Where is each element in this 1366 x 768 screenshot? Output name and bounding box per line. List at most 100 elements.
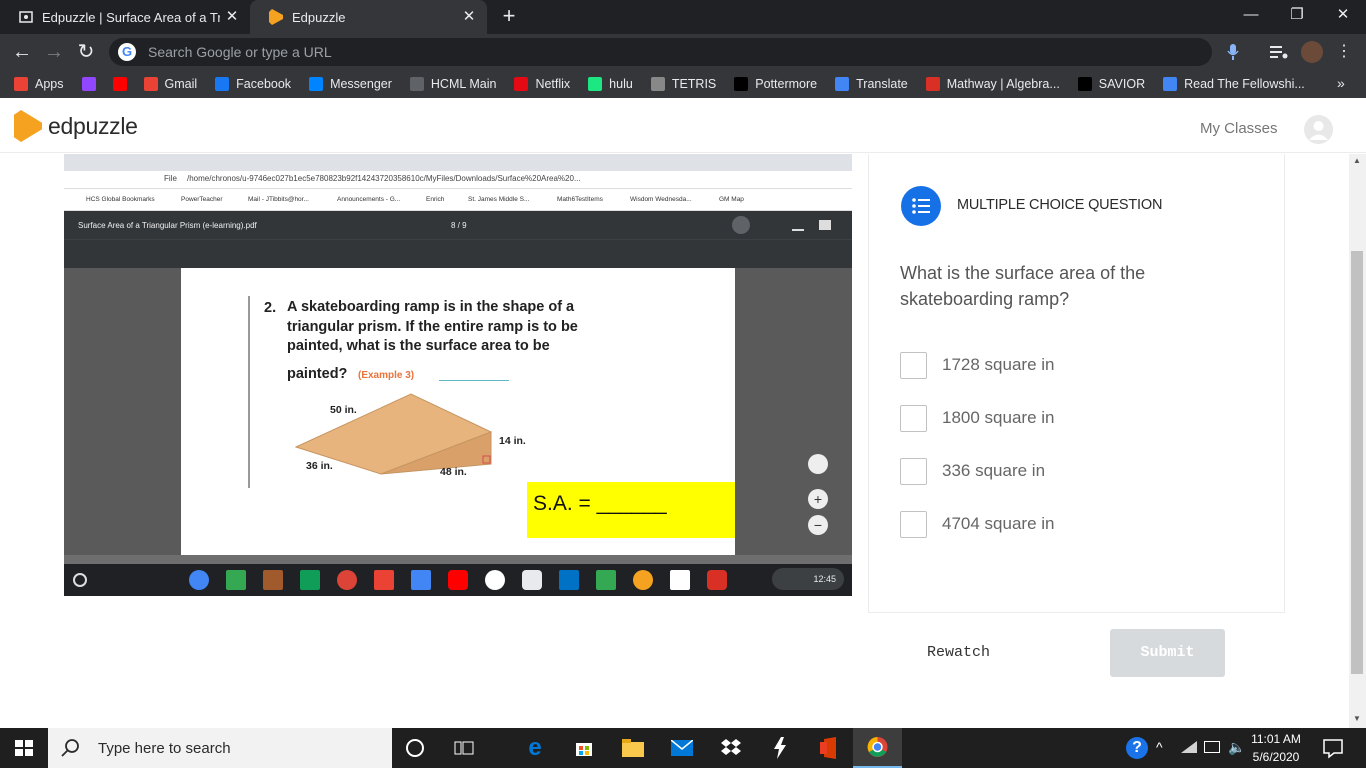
bookmark-item[interactable]: Messenger [309,77,392,91]
file-explorer-icon[interactable] [618,734,648,762]
hangouts-app-icon [596,570,616,590]
answer-label[interactable]: 4704 square in [942,514,1054,534]
bookmarks-overflow-icon[interactable]: » [1337,75,1345,91]
twitch-icon [81,77,96,91]
surface-area-label: S.A. = ______ [533,492,667,515]
bookmark-item[interactable]: Gmail [143,77,197,91]
media-controls-icon[interactable] [1270,44,1288,60]
help-icon[interactable]: ? [1126,737,1148,759]
bookmark-item[interactable]: Mathway | Algebra... [925,77,1060,91]
bookmark-item[interactable]: hulu [588,77,633,91]
bookmark-item[interactable]: HCML Main [409,77,497,91]
bookmark-item[interactable]: Pottermore [734,77,817,91]
scrollbar-thumb[interactable] [1351,251,1363,674]
app-bolt-icon[interactable] [765,734,795,762]
rewatch-button[interactable]: Rewatch [913,637,1004,669]
scroll-down-icon[interactable]: ▼ [1353,714,1361,723]
bookmark-label: Apps [35,77,64,91]
submit-button[interactable]: Submit [1110,629,1225,677]
scroll-up-icon[interactable]: ▲ [1353,156,1361,165]
answer-option[interactable]: 4704 square in [900,510,1054,538]
bookmark-item[interactable]: Apps [14,77,64,91]
answer-checkbox[interactable] [900,510,927,538]
bookmarks-bar: Apps Gmail Facebook Messenger HCML Main Netfl… [0,70,1366,98]
task-view-icon[interactable] [449,734,479,762]
dropbox-icon[interactable] [716,734,746,762]
close-tab-icon[interactable]: ✕ [461,9,477,25]
youtube-icon [112,77,127,91]
mail-icon[interactable] [667,734,697,762]
bookmark-item[interactable]: Netflix [514,77,570,91]
bookmark-label: Netflix [535,77,571,91]
tetris-icon [650,77,665,91]
minimize-button[interactable]: — [1228,0,1274,32]
hcml-icon [409,77,424,91]
edpuzzle-header [0,98,1366,153]
forward-button[interactable]: → [42,40,66,64]
store-icon[interactable] [569,734,599,762]
multiple-choice-icon [901,186,941,226]
answer-checkbox[interactable] [900,457,927,485]
answer-label[interactable]: 336 square in [942,461,1045,481]
new-tab-button[interactable]: + [498,5,520,28]
volume-icon[interactable]: 🔈 [1228,739,1245,756]
taskbar-clock[interactable]: 11:01 AM 5/6/2020 [1246,730,1306,766]
video-inner-address-bar: File /home/chronos/u-9746ec027b1ec5e7808… [64,171,852,189]
my-classes-link[interactable]: My Classes [1200,120,1278,137]
bookmark-item[interactable] [112,77,134,91]
user-avatar[interactable] [1304,115,1333,144]
browser-tab-edpuzzle[interactable]: Edpuzzle ✕ [250,0,487,34]
bookmark-label: Pottermore [755,77,818,91]
reload-button[interactable]: ↻ [74,40,98,64]
microphone-icon[interactable] [1226,43,1240,61]
close-tab-icon[interactable]: ✕ [224,9,240,25]
chromeos-status-tray: 12:45 [772,568,844,590]
office-icon[interactable] [814,734,844,762]
close-window-button[interactable]: ✕ [1320,0,1366,32]
translate-icon [835,77,850,91]
bookmark-item[interactable]: SAVIOR [1077,77,1145,91]
answer-option[interactable]: 336 square in [900,457,1045,485]
bookmark-item[interactable]: Read The Fellowshi... [1163,77,1305,91]
bookmark-label: Translate [856,77,908,91]
example-reference: (Example 3) [358,370,415,381]
bookmark-label: Mathway | Algebra... [946,77,1060,91]
bookmark-label: HCML Main [430,77,497,91]
bookmark-item[interactable]: Facebook [215,77,291,91]
search-icon [61,739,79,757]
answer-checkbox[interactable] [900,351,927,379]
page-margin-line [248,296,250,488]
inner-bookmark: Mail - JTibbits@hor... [248,196,309,203]
restore-button[interactable]: ❐ [1274,0,1320,32]
answer-label[interactable]: 1728 square in [942,355,1054,375]
wifi-icon[interactable] [1180,739,1198,755]
profile-avatar[interactable] [1301,41,1323,63]
notifications-icon[interactable] [1322,737,1344,759]
video-inner-bookmarks: HCS Global Bookmarks PowerTeacher Mail -… [64,189,852,211]
bookmark-item[interactable] [81,77,103,91]
screencastify-app-icon [707,570,727,590]
slides-app-icon [300,570,320,590]
gmail-icon [143,77,158,91]
answer-option[interactable]: 1728 square in [900,351,1054,379]
address-bar[interactable]: G Search Google or type a URL [109,38,1212,66]
video-player[interactable]: File /home/chronos/u-9746ec027b1ec5e7808… [64,154,852,596]
taskbar-search-box[interactable]: Type here to search [48,728,392,768]
browser-tab-edpuzzle-lesson[interactable]: Edpuzzle | Surface Area of a Trian ✕ [0,0,250,34]
cortana-icon[interactable] [400,734,430,762]
chrome-taskbar-button[interactable] [853,728,902,768]
answer-checkbox[interactable] [900,404,927,432]
back-button[interactable]: ← [10,40,34,64]
answer-option[interactable]: 1800 square in [900,404,1054,432]
windows-start-button[interactable] [0,728,48,768]
drive-app-icon [226,570,246,590]
bookmark-item[interactable]: TETRIS [650,77,716,91]
bookmark-item[interactable]: Translate [835,77,908,91]
edpuzzle-logo[interactable]: edpuzzle [14,110,138,142]
show-hidden-icons-icon[interactable]: ^ [1156,739,1163,755]
answer-label[interactable]: 1800 square in [942,408,1054,428]
edge-icon[interactable]: e [520,734,550,762]
edpuzzle-favicon-icon [268,9,284,25]
chrome-menu-icon[interactable]: ⋮ [1336,42,1352,62]
battery-icon[interactable] [1204,741,1220,753]
